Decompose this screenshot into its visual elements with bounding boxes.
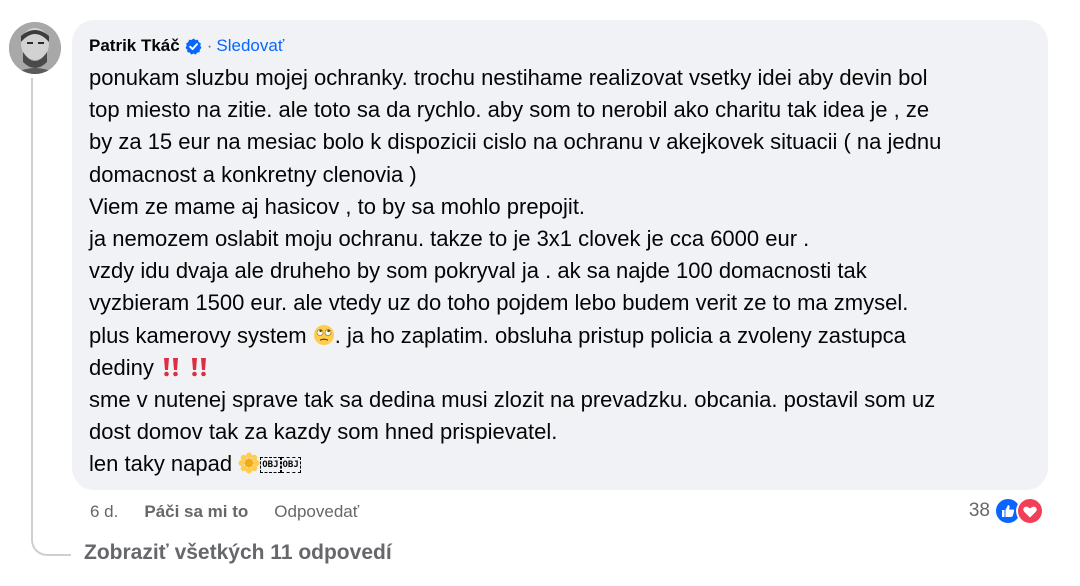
like-button[interactable]: Páči sa mi to (144, 502, 248, 522)
comment-line-text: len taky napad (89, 451, 233, 477)
eye-roll-emoji-icon (313, 324, 334, 345)
comment-line: domacnost a konkretny clenovia ) (89, 161, 417, 187)
comment-actions: 6 d. Páči sa mi to Odpovedať (90, 500, 359, 524)
comment-line: dediny (89, 352, 1032, 384)
double-exclamation-icon (163, 357, 178, 377)
comment-line: sme v nutenej sprave tak sa dedina musi … (89, 387, 936, 413)
comment-line: dost domov tak za kazdy som hned prispie… (89, 419, 558, 445)
comment-line: Viem ze mame aj hasicov , to by sa mohlo… (89, 193, 586, 219)
reply-button[interactable]: Odpovedať (274, 502, 359, 522)
comment-line-text: dediny (89, 354, 154, 380)
comment-line: vzdy idu dvaja ale druheho by som pokryv… (89, 258, 867, 284)
comment-line: plus kamerovy system . ja ho zaplatim. o… (89, 320, 1032, 352)
comment-line: len taky napad OBJ OBJ (89, 448, 1032, 480)
thread-connector-line (31, 78, 71, 556)
avatar[interactable] (9, 22, 61, 74)
sunflower-emoji-icon (238, 452, 260, 474)
object-replacement-glyph: OBJ (280, 457, 301, 474)
comment-line: vyzbieram 1500 eur. ale vtedy uz do toho… (89, 290, 909, 316)
avatar-image (9, 22, 61, 74)
comment-line-text: plus kamerovy system (89, 322, 307, 348)
comment-line: ja nemozem oslabit moju ochranu. takze t… (89, 226, 810, 252)
comment-text: ponukam sluzbu mojej ochranky. trochu ne… (89, 62, 1032, 481)
follow-button[interactable]: Sledovať (216, 36, 284, 56)
double-exclamation-icon (192, 357, 207, 377)
comment-timestamp[interactable]: 6 d. (90, 502, 118, 522)
object-replacement-glyph: OBJ (260, 457, 281, 474)
comment-line: by za 15 eur na mesiac bolo k dispozicii… (89, 129, 942, 155)
love-icon (1016, 497, 1044, 525)
comment-line: top miesto na zitie. ale toto sa da rych… (89, 97, 930, 123)
comment-line: ponukam sluzbu mojej ochranky. trochu ne… (89, 65, 928, 90)
comment-line-text: . ja ho zaplatim. obsluha pristup polici… (334, 322, 906, 348)
comment-bubble: Patrik Tkáč · Sledovať ponukam sluzbu mo… (72, 20, 1048, 490)
author-name[interactable]: Patrik Tkáč (89, 36, 180, 56)
comment-header: Patrik Tkáč · Sledovať (89, 34, 1032, 58)
reactions-summary[interactable]: 38 (969, 496, 1044, 526)
view-all-replies-link[interactable]: Zobraziť všetkých 11 odpovedí (84, 541, 392, 565)
verified-badge-icon (185, 38, 202, 55)
header-separator: · (206, 36, 213, 55)
reaction-count: 38 (968, 500, 990, 521)
